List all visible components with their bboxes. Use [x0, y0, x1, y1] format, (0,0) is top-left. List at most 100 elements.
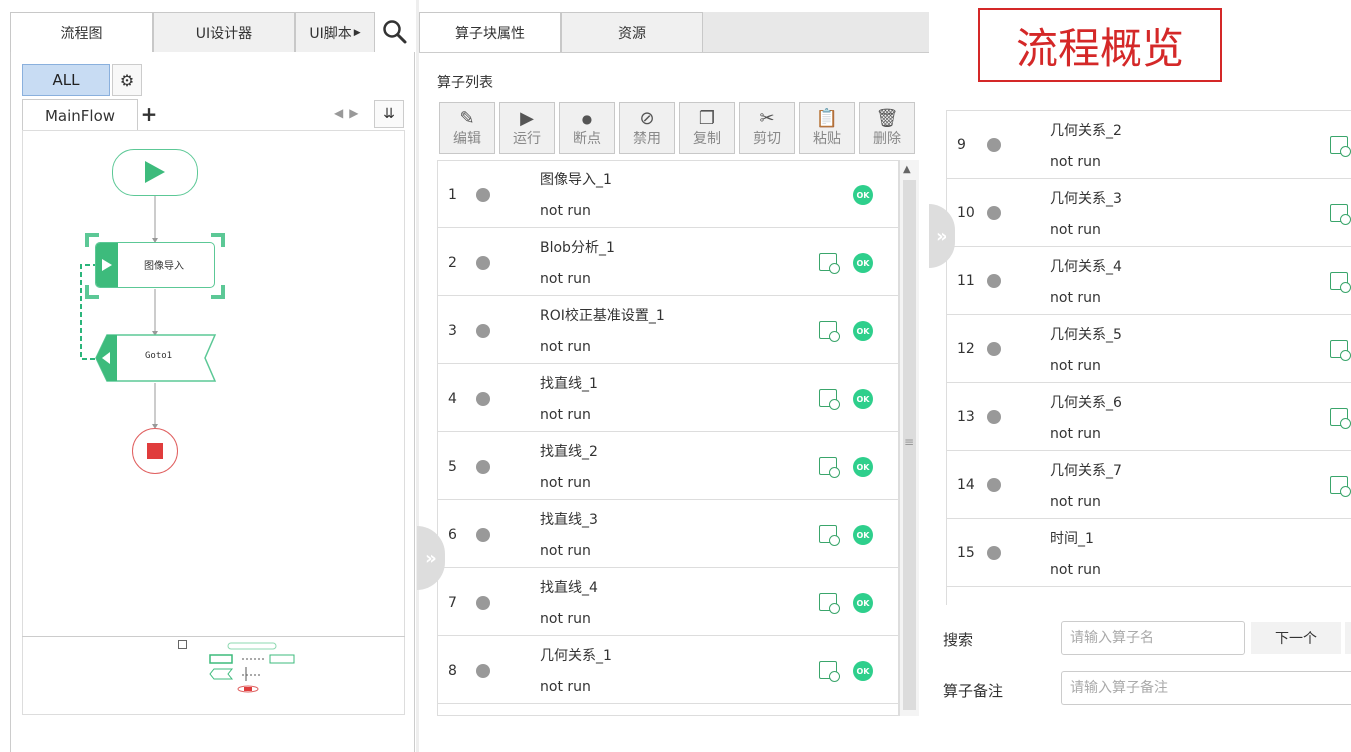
ok-icon[interactable]: OK — [853, 185, 873, 205]
operator-index: 13 — [957, 409, 975, 425]
status-dot-icon — [476, 256, 490, 270]
image-result-icon[interactable] — [819, 593, 840, 614]
flow-canvas[interactable]: 图像导入 Goto1 — [22, 130, 405, 715]
image-result-icon[interactable] — [819, 321, 840, 342]
edit-button[interactable]: ✎ 编辑 — [439, 102, 495, 154]
operator-note-input[interactable] — [1061, 671, 1351, 705]
ok-icon[interactable]: OK — [853, 525, 873, 545]
flow-tab-mainflow[interactable]: MainFlow — [22, 99, 138, 131]
cut-button[interactable]: ✂ 剪切 — [739, 102, 795, 154]
tab-resources[interactable]: 资源 — [561, 12, 703, 52]
minimap-preview — [209, 642, 295, 693]
edit-icon: ✎ — [459, 108, 475, 129]
operator-status: not run — [540, 543, 591, 559]
image-result-icon[interactable] — [819, 389, 840, 410]
image-result-icon[interactable] — [1330, 408, 1351, 429]
breakpoint-icon: ● — [581, 112, 593, 126]
run-button[interactable]: ▶ 运行 — [499, 102, 555, 154]
tab-flowchart[interactable]: 流程图 — [10, 12, 153, 52]
add-flow-icon[interactable]: + — [139, 104, 159, 124]
list-item[interactable]: 8 几何关系_1 not run OK — [438, 637, 898, 704]
search-input[interactable] — [1061, 621, 1245, 655]
list-item[interactable]: 4 找直线_1 not run OK — [438, 365, 898, 432]
operator-name: 几何关系_1 — [540, 648, 612, 664]
list-item[interactable]: 6 找直线_3 not run OK — [438, 501, 898, 568]
operator-name: 找直线_3 — [540, 512, 598, 528]
tab-label: 算子块属性 — [455, 25, 525, 42]
list-item[interactable]: 10 几何关系_3 not run — [947, 179, 1351, 247]
image-result-icon[interactable] — [819, 525, 840, 546]
list-item[interactable]: 7 找直线_4 not run OK — [438, 569, 898, 636]
run-icon: ▶ — [520, 108, 534, 129]
tab-operator-properties[interactable]: 算子块属性 — [419, 12, 561, 52]
image-result-icon[interactable] — [819, 457, 840, 478]
delete-button[interactable]: 🗑 删除 — [859, 102, 915, 154]
next-button[interactable]: 下一个 — [1251, 622, 1341, 654]
image-result-icon[interactable] — [1330, 340, 1351, 361]
image-result-icon[interactable] — [1330, 136, 1351, 157]
list-item[interactable]: 11 几何关系_4 not run — [947, 247, 1351, 315]
paste-button[interactable]: 📋 粘贴 — [799, 102, 855, 154]
image-result-icon[interactable] — [1330, 204, 1351, 225]
operator-list[interactable]: 1 图像导入_1 not run OK 2 Blob分析_1 not run O… — [437, 160, 899, 716]
tab-label: 流程图 — [60, 25, 103, 42]
list-item[interactable]: 5 找直线_2 not run OK — [438, 433, 898, 500]
flow-node-goto[interactable]: Goto1 — [95, 334, 217, 382]
list-item[interactable]: 9 几何关系_2 not run — [947, 111, 1351, 179]
minimap-toggle-icon[interactable] — [178, 640, 187, 649]
ok-icon[interactable]: OK — [853, 457, 873, 477]
list-item[interactable]: 2 Blob分析_1 not run OK — [438, 229, 898, 296]
ok-icon[interactable]: OK — [853, 389, 873, 409]
flow-minimap[interactable] — [22, 636, 405, 717]
filter-all-button[interactable]: ALL — [22, 64, 110, 96]
tab-label: UI设计器 — [195, 25, 253, 42]
image-result-icon[interactable] — [1330, 272, 1351, 293]
ok-icon[interactable]: OK — [853, 321, 873, 341]
gear-icon[interactable]: ⚙ — [112, 64, 142, 96]
tab-scroll-right-icon[interactable]: ▶ — [354, 28, 361, 38]
tab-ui-script[interactable]: UI脚本 ▶ — [295, 12, 375, 52]
operator-name: 找直线_4 — [540, 580, 598, 596]
breakpoint-button[interactable]: ● 断点 — [559, 102, 615, 154]
operator-name: 找直线_2 — [540, 444, 598, 460]
tab-ui-designer[interactable]: UI设计器 — [153, 12, 295, 52]
stop-icon — [147, 443, 163, 459]
status-dot-icon — [987, 274, 1001, 288]
scrollbar-grip-icon: ≡ — [904, 435, 915, 449]
status-dot-icon — [476, 324, 490, 338]
chevron-double-down-icon[interactable]: ⇊ — [374, 100, 404, 128]
scroll-up-icon[interactable]: ▲ — [903, 164, 911, 175]
list-item[interactable]: 3 ROI校正基准设置_1 not run OK — [438, 297, 898, 364]
status-dot-icon — [987, 410, 1001, 424]
operator-list-scrollbar[interactable]: ▲ ≡ — [899, 160, 919, 716]
flow-node-image-import[interactable]: 图像导入 — [85, 233, 225, 299]
ok-icon[interactable]: OK — [853, 593, 873, 613]
operator-status: not run — [540, 271, 591, 287]
operator-index: 11 — [957, 273, 975, 289]
disable-button[interactable]: ⊘ 禁用 — [619, 102, 675, 154]
image-result-icon[interactable] — [819, 253, 840, 274]
list-item[interactable]: 13 几何关系_6 not run — [947, 383, 1351, 451]
flow-tab-scroll-icon[interactable]: ◀▶ — [334, 106, 364, 120]
operator-overview-list[interactable]: 9 几何关系_2 not run 10 几何关系_3 not run 11 几何… — [946, 110, 1351, 605]
search-icon[interactable] — [375, 12, 415, 52]
image-result-icon[interactable] — [1330, 476, 1351, 497]
node-label: Goto1 — [145, 351, 173, 361]
flow-node-stop[interactable] — [132, 428, 178, 474]
list-item[interactable]: 12 几何关系_5 not run — [947, 315, 1351, 383]
paste-icon: 📋 — [815, 108, 839, 129]
copy-button[interactable]: ❐ 复制 — [679, 102, 735, 154]
flow-node-start[interactable] — [112, 149, 198, 196]
list-item[interactable]: 14 几何关系_7 not run — [947, 451, 1351, 519]
list-item[interactable]: 15 时间_1 not run — [947, 519, 1351, 587]
operator-index: 2 — [448, 255, 457, 271]
ok-icon[interactable]: OK — [853, 253, 873, 273]
ok-icon[interactable]: OK — [853, 661, 873, 681]
operator-index: 9 — [957, 137, 966, 153]
operator-name: 时间_1 — [1050, 531, 1094, 547]
image-result-icon[interactable] — [819, 661, 840, 682]
list-item[interactable]: 1 图像导入_1 not run OK — [438, 161, 898, 228]
page-title: 流程概览 — [978, 8, 1222, 82]
scissors-icon: ✂ — [759, 108, 775, 129]
panel-divider[interactable] — [416, 0, 419, 752]
